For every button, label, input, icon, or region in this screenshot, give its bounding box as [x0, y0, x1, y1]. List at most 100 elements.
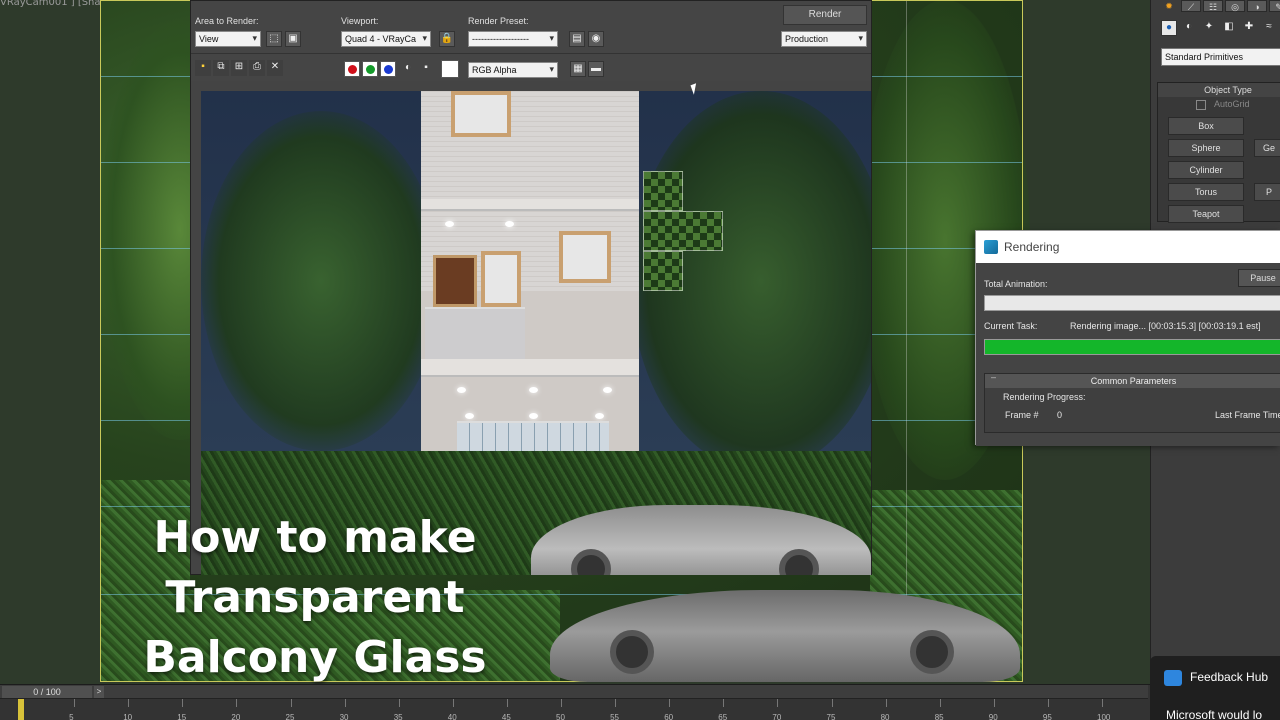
3dsmax-logo-icon	[984, 240, 998, 254]
timeline-tick-label: 60	[664, 713, 674, 720]
color-swatch[interactable]	[441, 60, 459, 78]
modify-tab-icon[interactable]: ⟋	[1181, 0, 1201, 12]
save-icon[interactable]: ▪	[195, 60, 211, 76]
clear-icon[interactable]: ✕	[267, 60, 283, 76]
playhead[interactable]	[18, 699, 24, 720]
overlay-icon[interactable]: ▬	[588, 61, 604, 77]
geometry-icon[interactable]: ●	[1161, 20, 1177, 36]
auto-region-icon[interactable]: ▣	[285, 31, 301, 47]
timeline-tick-label: 80	[880, 713, 890, 720]
area-to-render-select[interactable]: View	[195, 31, 261, 47]
rendering-dialog[interactable]: Rendering Pause Total Animation: Current…	[975, 230, 1280, 446]
timeline: 0 / 100 > 5 10 15 20 25 30 35 40 45 50 55 60 65 70 75 8…	[0, 684, 1280, 720]
viewport-select[interactable]: Quad 4 - VRayCa	[341, 31, 431, 47]
timeline-tick-label: 35	[393, 713, 403, 720]
feedback-hub-title: Feedback Hub	[1190, 670, 1269, 684]
sphere-button[interactable]: Sphere	[1168, 139, 1244, 157]
render-setup-icon[interactable]: ▤	[569, 31, 585, 47]
print-icon[interactable]: ⎙	[249, 60, 265, 76]
production-select[interactable]: Production	[781, 31, 867, 47]
dialog-title: Rendering	[1004, 240, 1060, 254]
viewport-label: Viewport:	[341, 16, 379, 26]
torus-button[interactable]: Torus	[1168, 183, 1244, 201]
autogrid-checkbox[interactable]	[1196, 100, 1206, 110]
cylinder-button[interactable]: Cylinder	[1168, 161, 1244, 179]
ceiling-light	[445, 221, 454, 227]
red-channel-toggle[interactable]	[344, 61, 360, 77]
copy-icon[interactable]: ⧉	[213, 60, 229, 76]
render-button[interactable]: Render	[783, 5, 867, 25]
timeline-tick-mark	[290, 699, 292, 707]
clone-icon[interactable]: ⊞	[231, 60, 247, 76]
toolbar-separator	[191, 53, 871, 54]
display-tab-icon[interactable]: ◑	[1247, 0, 1267, 12]
toggle-ui-icon[interactable]: ▦	[570, 61, 586, 77]
render-preset-select[interactable]: -------------------	[468, 31, 558, 47]
area-to-render-label: Area to Render:	[195, 16, 259, 26]
frame-ruler[interactable]: 5 10 15 20 25 30 35 40 45 50 55 60 65 70 75 80 85 90 95 100	[0, 699, 1148, 720]
timeline-tick-label: 100	[1097, 713, 1111, 720]
balcony-glass-railing	[425, 307, 525, 359]
rollout-title[interactable]: Object Type	[1158, 83, 1280, 97]
edit-region-icon[interactable]: ⬚	[266, 31, 282, 47]
balcony-door	[433, 255, 477, 307]
primitive-type-select[interactable]: Standard Primitives	[1161, 48, 1280, 66]
timeline-tick-mark	[236, 699, 238, 707]
hierarchy-tab-icon[interactable]: ☷	[1203, 0, 1223, 12]
ceiling-light	[529, 413, 538, 419]
timeline-tick-mark	[506, 699, 508, 707]
ceiling-light	[457, 387, 466, 393]
floor-slab	[421, 359, 639, 377]
environment-icon[interactable]: ◉	[588, 31, 604, 47]
timeline-tick-mark	[128, 699, 130, 707]
pause-button[interactable]: Pause	[1238, 269, 1280, 287]
feedback-hub-toast[interactable]: Feedback Hub Microsoft would lo	[1150, 656, 1280, 720]
common-parameters-header[interactable]: Common Parameters	[985, 374, 1280, 388]
pyramid-button[interactable]: P	[1254, 183, 1280, 201]
timeline-tick-mark	[398, 699, 400, 707]
timeline-tick-mark	[74, 699, 76, 707]
timeline-tick-mark	[561, 699, 562, 707]
dialog-title-bar[interactable]: Rendering	[976, 231, 1280, 263]
cameras-icon[interactable]: ◧	[1221, 20, 1237, 36]
spacewarps-icon[interactable]: ≈	[1261, 20, 1277, 36]
next-frame-button[interactable]: >	[94, 686, 104, 698]
caption-line-2: Balcony Glass	[143, 632, 487, 683]
blue-channel-toggle[interactable]	[380, 61, 396, 77]
timeline-tick-mark	[182, 699, 184, 707]
render-bucket	[643, 251, 683, 291]
helpers-icon[interactable]: ✚	[1241, 20, 1257, 36]
timeline-tick-label: 75	[826, 713, 836, 720]
collapse-icon[interactable]: –	[991, 372, 996, 382]
timeline-tick-mark	[669, 699, 671, 707]
sun-icon[interactable]: ✹	[1159, 0, 1179, 12]
geosphere-button[interactable]: Ge	[1254, 139, 1280, 157]
shapes-icon[interactable]: ◐	[1181, 20, 1197, 36]
timeline-tick-label: 90	[988, 713, 998, 720]
timeline-tick-label: 30	[339, 713, 349, 720]
ceiling-light	[603, 387, 612, 393]
ceiling-light	[529, 387, 538, 393]
time-slider[interactable]: 0 / 100 >	[0, 685, 1148, 699]
time-slider-value[interactable]: 0 / 100	[2, 686, 92, 698]
lights-icon[interactable]: ✦	[1201, 20, 1217, 36]
ceiling-light	[505, 221, 514, 227]
timeline-tick-label: 95	[1042, 713, 1052, 720]
current-task-progress	[984, 339, 1280, 355]
motion-tab-icon[interactable]: ◎	[1225, 0, 1245, 12]
timeline-tick-mark	[452, 699, 454, 707]
teapot-button[interactable]: Teapot	[1168, 205, 1244, 223]
floor-slab	[421, 199, 639, 211]
alpha-icon[interactable]: ◐	[400, 61, 416, 77]
display-channel-select[interactable]: RGB Alpha	[468, 62, 558, 78]
app-window: VRayCam001 ] [Shaded ] Area to Render: V…	[0, 0, 1280, 720]
autogrid-label: AutoGrid	[1214, 99, 1250, 109]
green-channel-toggle[interactable]	[362, 61, 378, 77]
lock-icon[interactable]: 🔒	[439, 31, 455, 47]
box-button[interactable]: Box	[1168, 117, 1244, 135]
utilities-tab-icon[interactable]: ✎	[1269, 0, 1280, 12]
render-frame-window[interactable]: Area to Render: View ⬚ ▣ Viewport: Quad …	[190, 0, 872, 575]
timeline-tick-mark	[777, 699, 779, 707]
monochrome-icon[interactable]: ▪	[418, 61, 434, 77]
last-frame-time-label: Last Frame Time	[1215, 410, 1280, 420]
